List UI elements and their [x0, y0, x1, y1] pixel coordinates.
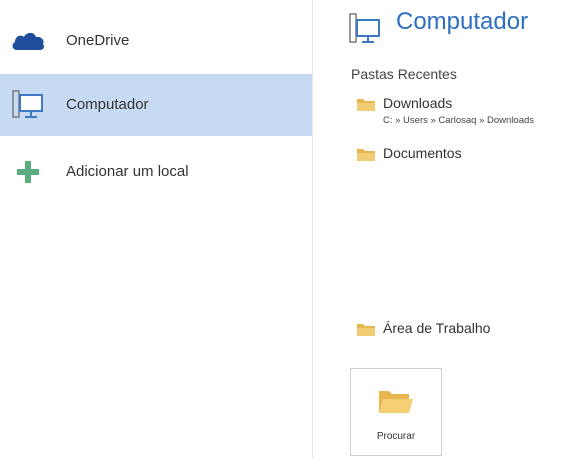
open-folder-icon [379, 391, 413, 413]
location-add[interactable]: Adicionar um local [0, 141, 312, 203]
folder-icon [357, 149, 375, 161]
folder-name: Documentos [383, 145, 462, 161]
folder-icon [357, 99, 375, 111]
folder-path: C: » Users » Carlosaq » Downloads [383, 115, 535, 126]
computer-icon [8, 82, 48, 128]
onedrive-cloud-icon [8, 18, 48, 64]
recent-folders-heading: Pastas Recentes [351, 66, 457, 82]
folder-item-area-de-trabalho[interactable]: Área de Trabalho [357, 320, 547, 340]
add-plus-icon [8, 149, 48, 195]
folder-pane: Computador Pastas Recentes Downloads C: … [313, 0, 585, 458]
location-computador[interactable]: Computador [0, 74, 312, 136]
folder-name: Área de Trabalho [383, 320, 491, 336]
computer-icon [348, 12, 382, 46]
folder-item-downloads[interactable]: Downloads C: » Users » Carlosaq » Downlo… [357, 95, 585, 131]
location-list: OneDrive Computador Adicionar um local [0, 0, 312, 458]
folder-icon [357, 324, 375, 336]
location-label: Adicionar um local [66, 163, 189, 180]
browse-label: Procurar [376, 431, 416, 442]
browse-button[interactable]: Procurar [350, 368, 442, 456]
folder-item-documentos[interactable]: Documentos [357, 145, 517, 165]
page-title: Computador [396, 8, 529, 35]
folder-name: Downloads [383, 95, 453, 111]
location-label: Computador [66, 96, 149, 113]
location-label: OneDrive [66, 32, 130, 49]
location-onedrive[interactable]: OneDrive [0, 10, 312, 72]
